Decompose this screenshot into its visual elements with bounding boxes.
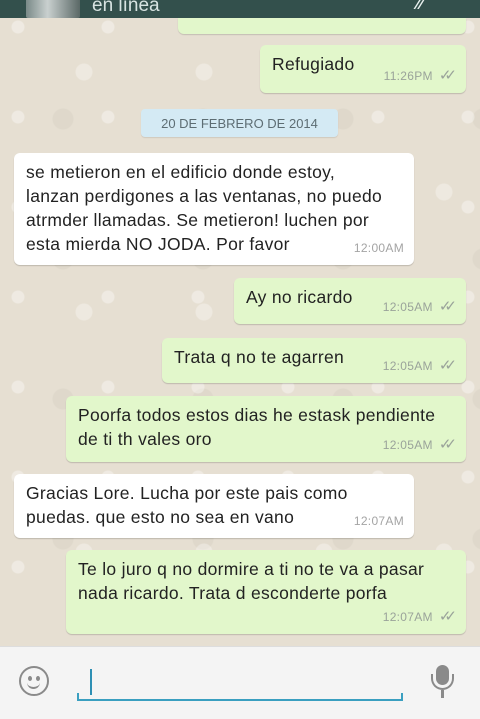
contact-status: en línea — [92, 0, 160, 16]
read-ticks-icon: ✓✓ — [438, 436, 457, 453]
message-composer — [0, 646, 480, 719]
paperclip-icon[interactable]: ∕∕ — [418, 0, 452, 14]
read-ticks-icon: ✓✓ — [438, 608, 457, 625]
date-separator: 20 DE FEBRERO DE 2014 — [141, 109, 338, 137]
message-bubble-outgoing[interactable]: Refugiado 11:26PM ✓✓ — [260, 45, 466, 93]
message-bubble-outgoing[interactable]: Te lo juro q no dormire a ti no te va a … — [66, 550, 466, 634]
message-input[interactable] — [77, 667, 407, 701]
message-input-field[interactable] — [77, 667, 407, 701]
message-time: 12:05AM — [382, 300, 433, 314]
message-time: 12:05AM — [382, 438, 433, 452]
message-bubble-outgoing[interactable]: Ay no ricardo 12:05AM ✓✓ — [234, 278, 466, 324]
emoji-icon[interactable] — [19, 666, 49, 696]
message-time: 12:07AM — [353, 514, 404, 528]
avatar[interactable] — [26, 0, 80, 18]
message-time: 12:00AM — [353, 241, 404, 255]
read-ticks-icon: ✓✓ — [438, 298, 457, 315]
chat-header: en línea ∕∕ — [0, 0, 480, 18]
message-bubble-outgoing[interactable]: Poorfa todos estos dias he estask pendie… — [66, 396, 466, 462]
read-ticks-icon: ✓✓ — [438, 357, 457, 374]
read-ticks-icon: ✓✓ — [438, 67, 457, 84]
message-time: 12:07AM — [382, 610, 433, 624]
message-bubble-partial — [178, 18, 466, 34]
message-time: 11:26PM — [383, 69, 433, 83]
message-bubble-incoming[interactable]: se metieron en el edificio donde estoy, … — [14, 153, 414, 265]
message-bubble-incoming[interactable]: Gracias Lore. Lucha por este pais como p… — [14, 474, 414, 538]
microphone-icon[interactable] — [430, 665, 456, 699]
message-bubble-outgoing[interactable]: Trata q no te agarren 12:05AM ✓✓ — [162, 338, 466, 383]
message-time: 12:05AM — [382, 359, 433, 373]
message-text: Te lo juro q no dormire a ti no te va a … — [78, 559, 425, 603]
